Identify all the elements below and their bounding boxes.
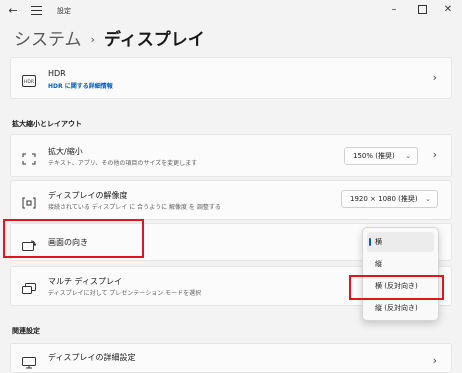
highlight-landscape-flipped-option xyxy=(349,275,444,300)
breadcrumb-system[interactable]: システム xyxy=(14,30,82,50)
orientation-option-portrait-flipped[interactable]: 縦 (反対向き) xyxy=(367,298,434,318)
hdr-icon: HDR xyxy=(22,72,36,87)
chevron-down-icon: ⌄ xyxy=(405,152,411,160)
chevron-right-icon: › xyxy=(432,354,437,367)
chevron-down-icon: ⌄ xyxy=(425,195,431,203)
chevron-right-icon: › xyxy=(432,71,437,84)
multi-display-description: ディスプレイに対して プレゼンテーション モードを選択 xyxy=(48,290,202,297)
page-title: ディスプレイ xyxy=(103,30,205,50)
hamburger-menu-icon[interactable] xyxy=(31,6,42,15)
orientation-option-portrait[interactable]: 縦 xyxy=(367,254,434,274)
resolution-icon xyxy=(22,194,36,209)
monitor-icon xyxy=(22,354,36,369)
scale-icon xyxy=(22,150,36,165)
advanced-display-title: ディスプレイの詳細設定 xyxy=(48,353,136,362)
resolution-card: ディスプレイの解像度 接続されている ディスプレイ に 合うように 解像度 を … xyxy=(10,180,452,220)
title-bar: ← 設定 – ✕ xyxy=(0,0,462,26)
orientation-menu: 横 縦 横 (反対向き) 縦 (反対向き) xyxy=(362,227,439,321)
option-label: 横 xyxy=(375,238,382,246)
multi-display-icon xyxy=(22,280,36,294)
breadcrumb-separator: › xyxy=(90,33,95,46)
scale-description: テキスト、アプリ、その他の項目のサイズを変更します xyxy=(48,160,198,167)
minimize-button[interactable]: – xyxy=(382,2,406,18)
advanced-display-card[interactable]: ディスプレイの詳細設定 › xyxy=(10,343,452,373)
hdr-card[interactable]: HDR HDR HDR に関する詳細情報 › xyxy=(10,57,452,99)
resolution-dropdown[interactable]: 1920 × 1080 (推奨) ⌄ xyxy=(341,190,438,208)
scale-title: 拡大/縮小 xyxy=(48,147,83,156)
window-title: 設定 xyxy=(57,7,71,15)
multi-display-title: マルチ ディスプレイ xyxy=(48,277,122,286)
option-label: 縦 xyxy=(375,260,382,268)
hdr-icon-label: HDR xyxy=(24,79,34,85)
maximize-icon xyxy=(417,4,427,14)
scale-dropdown[interactable]: 150% (推奨) ⌄ xyxy=(344,147,418,165)
resolution-value: 1920 × 1080 (推奨) xyxy=(350,195,418,203)
chevron-right-icon[interactable]: › xyxy=(433,148,437,161)
section-related: 関連設定 xyxy=(12,327,40,335)
selected-indicator xyxy=(369,238,371,246)
scale-card[interactable]: 拡大/縮小 テキスト、アプリ、その他の項目のサイズを変更します 150% (推奨… xyxy=(10,134,452,177)
orientation-option-landscape[interactable]: 横 xyxy=(367,232,434,252)
scale-value: 150% (推奨) xyxy=(353,152,395,160)
breadcrumb: システム › ディスプレイ xyxy=(14,25,205,50)
back-arrow-icon[interactable]: ← xyxy=(6,4,20,18)
option-label: 縦 (反対向き) xyxy=(375,304,418,312)
hdr-info-link[interactable]: HDR に関する詳細情報 xyxy=(48,81,113,90)
maximize-button[interactable] xyxy=(410,2,434,18)
highlight-orientation-setting xyxy=(3,219,144,258)
hdr-title: HDR xyxy=(48,69,66,78)
resolution-title: ディスプレイの解像度 xyxy=(48,191,128,200)
resolution-description: 接続されている ディスプレイ に 合うように 解像度 を 調整する xyxy=(48,204,221,211)
section-scale-layout: 拡大縮小とレイアウト xyxy=(12,120,82,128)
close-button[interactable]: ✕ xyxy=(436,2,460,18)
